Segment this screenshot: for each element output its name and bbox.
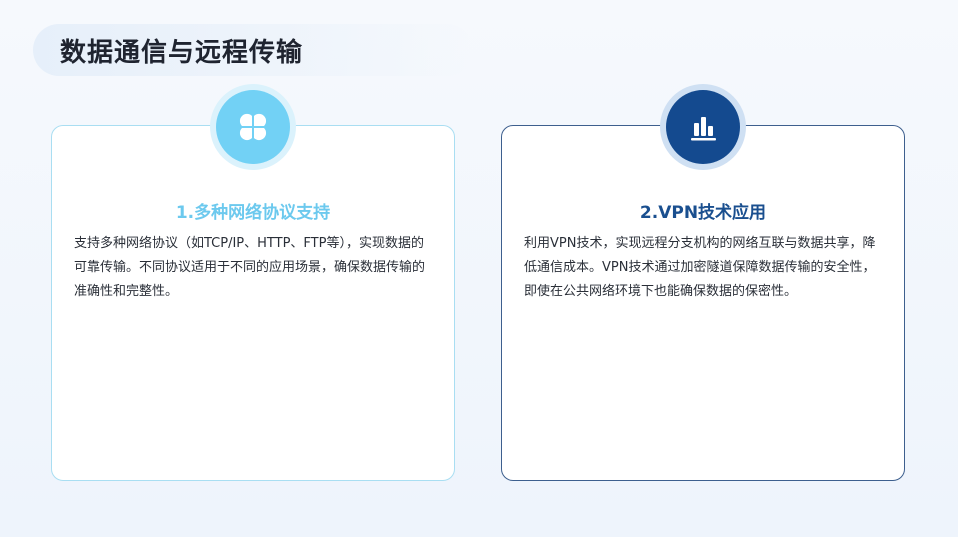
card-text: 利用VPN技术，实现远程分支机构的网络互联与数据共享，降低通信成本。VPN技术通… (524, 236, 876, 299)
card-title: 2.VPN技术应用 (639, 203, 767, 223)
bar-chart-icon (691, 117, 716, 141)
card-protocol-support: 1.多种网络协议支持 支持多种网络协议（如TCP/IP、HTTP、FTP等），实… (51, 125, 455, 481)
card-icon-badge (210, 84, 296, 170)
card-title: 1.多种网络协议支持 (175, 203, 331, 223)
card-vpn: 2.VPN技术应用 利用VPN技术，实现远程分支机构的网络互联与数据共享，降低通… (501, 125, 905, 481)
clover-icon (239, 113, 267, 141)
card-icon-badge (660, 84, 746, 170)
page-title: 数据通信与远程传输 (60, 38, 304, 68)
card-text: 支持多种网络协议（如TCP/IP、HTTP、FTP等），实现数据的可靠传输。不同… (74, 236, 426, 299)
